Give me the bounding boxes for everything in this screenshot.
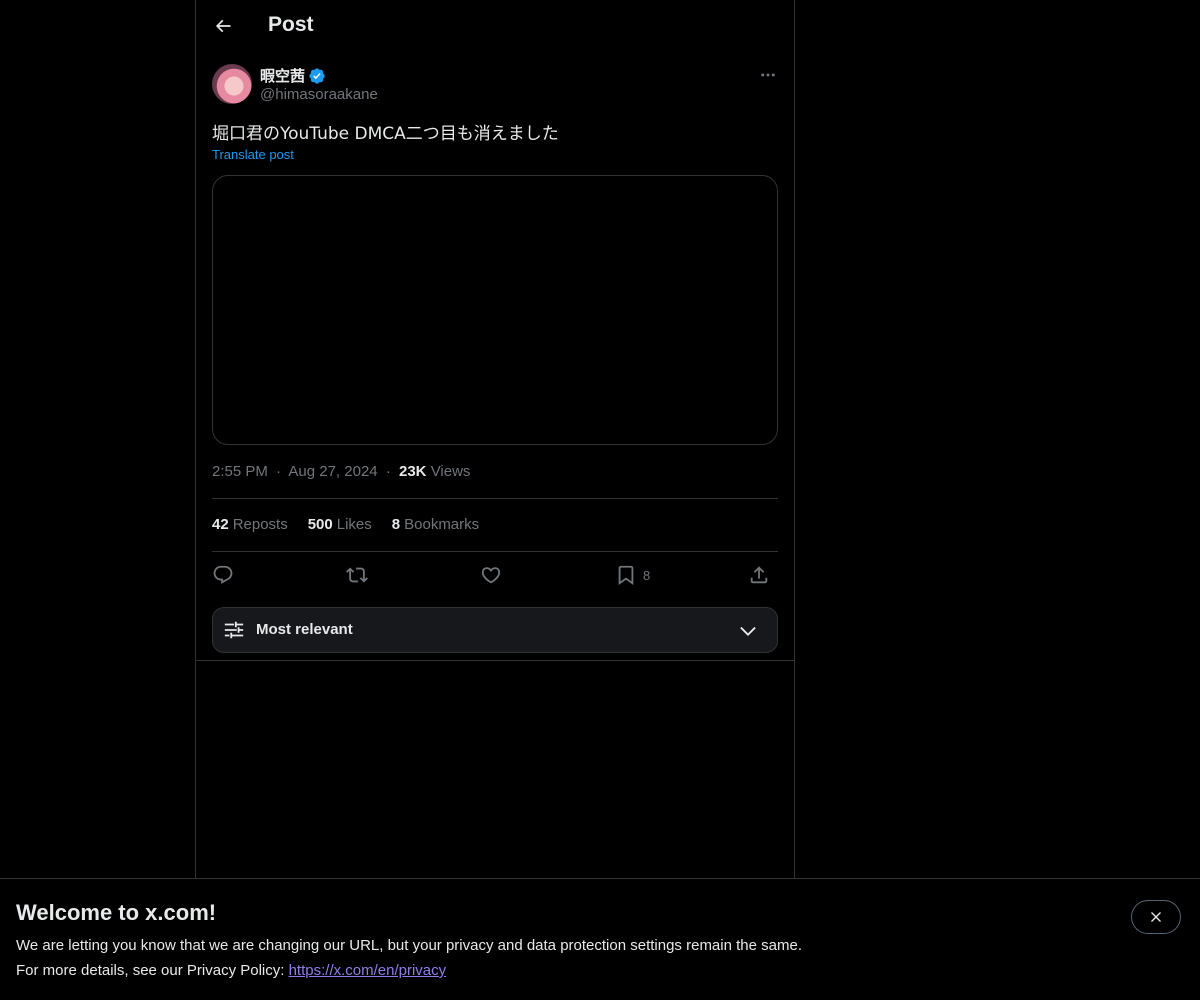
more-options-button[interactable] (756, 64, 780, 86)
like-button[interactable] (480, 562, 502, 588)
chevron-down-icon (740, 626, 756, 636)
media-video[interactable] (212, 175, 778, 445)
share-button[interactable] (748, 562, 770, 588)
divider (212, 498, 778, 499)
repost-button[interactable] (346, 562, 368, 588)
sort-label: Most relevant (256, 621, 353, 638)
post-text: 堀口君のYouTube DMCA二つ目も消えました (212, 124, 559, 144)
bookmark-button[interactable]: 8 (615, 562, 650, 588)
author-handle[interactable]: @himasoraakane (260, 86, 378, 103)
banner-message: We are letting you know that we are chan… (16, 937, 802, 954)
bookmarks-count: 8 (391, 516, 401, 533)
meta-separator: · (385, 463, 391, 480)
page-title: Post (268, 13, 314, 36)
reposts-count: 42 (212, 516, 229, 533)
banner-close-button[interactable] (1131, 900, 1181, 934)
main-column: Post 暇空茜 @himasoraakane 堀口君のYouTube DMCA… (195, 0, 795, 1000)
divider (196, 660, 794, 661)
divider (212, 551, 778, 552)
heart-icon (481, 567, 501, 584)
arrow-left-icon (215, 19, 231, 33)
repost-icon (346, 567, 368, 583)
banner-title: Welcome to x.com! (16, 900, 217, 925)
likes-count: 500 (307, 516, 333, 533)
likes-stat[interactable]: 500 Likes (308, 516, 372, 533)
reply-icon (213, 565, 233, 584)
bookmark-icon (618, 565, 634, 586)
views-count: 23K (398, 463, 427, 480)
back-button[interactable] (206, 9, 240, 43)
avatar[interactable] (212, 64, 252, 104)
reposts-stat[interactable]: 42 Reposts (212, 516, 288, 533)
views-label: Views (430, 463, 471, 480)
translate-post-link[interactable]: Translate post (212, 147, 294, 162)
banner-privacy-prefix: For more details, see our Privacy Policy… (16, 962, 289, 979)
more-horizontal-icon (761, 73, 775, 77)
reposts-label: Reposts (232, 516, 288, 533)
reply-button[interactable] (212, 562, 234, 588)
welcome-banner: Welcome to x.com! We are letting you kno… (0, 878, 1200, 1000)
verified-badge-icon (309, 67, 325, 84)
action-bar: 8 (212, 562, 778, 590)
sliders-icon (224, 621, 244, 639)
share-icon (750, 566, 768, 584)
likes-label: Likes (336, 516, 372, 533)
bookmark-count: 8 (643, 567, 651, 583)
author-name[interactable]: 暇空茜 (260, 65, 326, 86)
post-time[interactable]: 2:55 PM (212, 463, 268, 480)
bookmarks-stat[interactable]: 8 Bookmarks (392, 516, 479, 533)
privacy-policy-link[interactable]: https://x.com/en/privacy (289, 962, 447, 979)
post-date[interactable]: Aug 27, 2024 (288, 463, 377, 480)
sort-replies-dropdown[interactable]: Most relevant (212, 607, 778, 653)
author-name-text: 暇空茜 (260, 68, 306, 85)
banner-privacy-line: For more details, see our Privacy Policy… (16, 962, 446, 979)
post-header: Post (196, 0, 794, 53)
post-meta: 2:55 PM · Aug 27, 2024 · 23K Views (212, 463, 470, 480)
meta-separator: · (276, 463, 282, 480)
close-icon (1151, 912, 1161, 922)
bookmarks-label: Bookmarks (404, 516, 480, 533)
post-stats: 42 Reposts 500 Likes 8 Bookmarks (212, 516, 479, 533)
